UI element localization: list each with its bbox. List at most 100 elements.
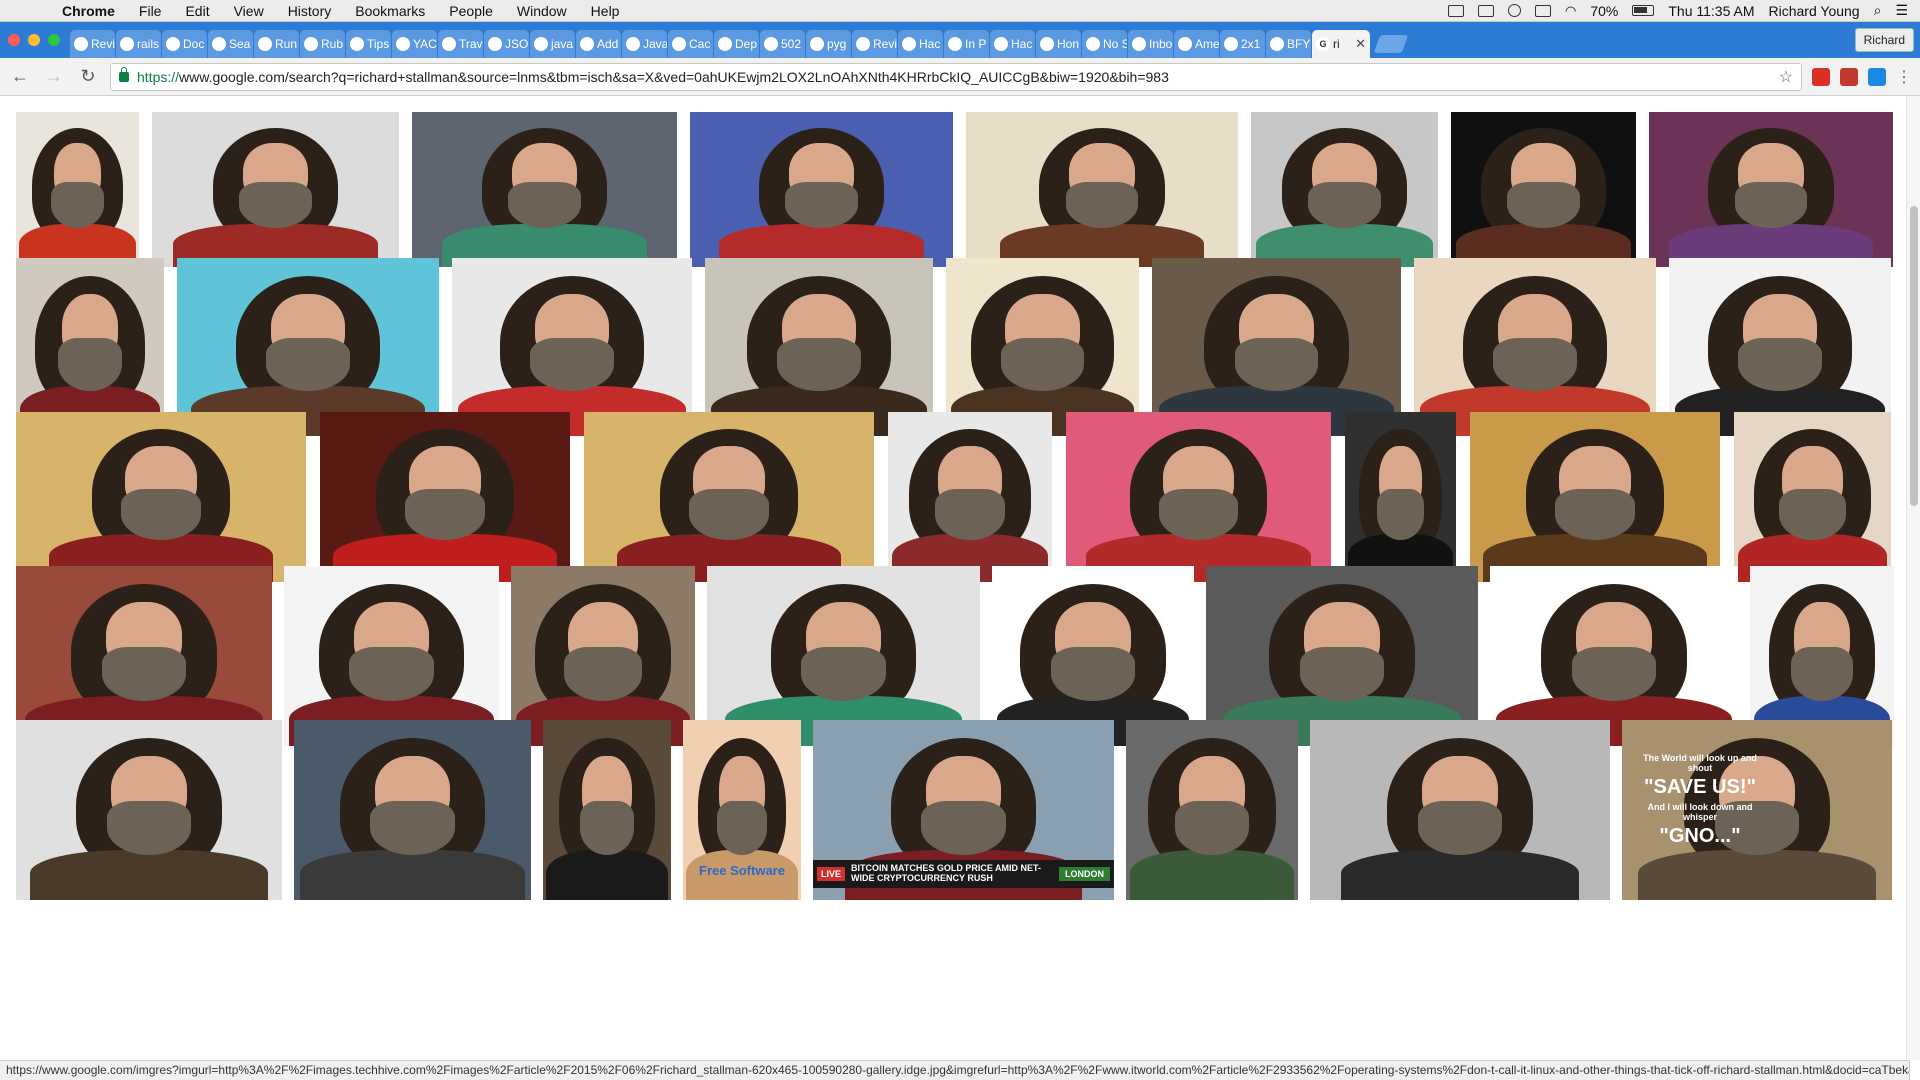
tab-19[interactable]: In P	[944, 30, 989, 58]
tab-4[interactable]: Run	[254, 30, 299, 58]
image-result[interactable]	[1451, 112, 1636, 267]
notification-center-icon[interactable]: ☰	[1895, 2, 1908, 19]
back-button[interactable]: ←	[8, 65, 32, 89]
tab-0[interactable]: Revi	[70, 30, 115, 58]
image-result[interactable]	[705, 258, 933, 436]
tab-8[interactable]: Trav	[438, 30, 483, 58]
image-result[interactable]	[16, 412, 306, 582]
tab-17[interactable]: Revi	[852, 30, 897, 58]
menu-help[interactable]: Help	[579, 3, 632, 19]
extension-icon-1[interactable]	[1812, 67, 1830, 86]
tab-23[interactable]: Inbo	[1128, 30, 1173, 58]
menu-edit[interactable]: Edit	[173, 3, 221, 19]
menu-app-name[interactable]: Chrome	[50, 3, 127, 19]
image-result[interactable]	[1251, 112, 1438, 267]
image-result[interactable]	[584, 412, 874, 582]
profile-button[interactable]: Richard	[1854, 28, 1914, 52]
tab-24[interactable]: Ame	[1174, 30, 1219, 58]
scroll-thumb[interactable]	[1910, 206, 1918, 506]
image-result[interactable]	[1126, 720, 1298, 900]
image-result[interactable]	[1490, 566, 1738, 746]
tab-3[interactable]: Sea	[208, 30, 253, 58]
image-result[interactable]	[1345, 412, 1456, 582]
image-result[interactable]	[992, 566, 1194, 746]
image-result[interactable]	[412, 112, 677, 267]
tab-close-icon[interactable]: ✕	[1355, 36, 1366, 52]
image-result[interactable]	[1310, 720, 1610, 900]
image-result[interactable]	[946, 258, 1139, 436]
image-result[interactable]	[1470, 412, 1720, 582]
image-result[interactable]	[16, 566, 272, 746]
chrome-menu-icon[interactable]: ⋮	[1896, 67, 1912, 87]
tab-9[interactable]: JSO	[484, 30, 529, 58]
image-result[interactable]	[16, 112, 139, 267]
image-result[interactable]	[294, 720, 531, 900]
image-result[interactable]	[690, 112, 953, 267]
tab-1[interactable]: rails	[116, 30, 161, 58]
window-maximize-button[interactable]	[48, 34, 60, 46]
scrollbar[interactable]	[1906, 96, 1920, 1060]
bluetooth-icon[interactable]	[1508, 4, 1521, 17]
keyboard-icon[interactable]	[1535, 4, 1551, 17]
image-result[interactable]	[284, 566, 499, 746]
airplay-icon[interactable]	[1478, 4, 1494, 17]
image-result[interactable]	[16, 258, 164, 436]
screen-mirror-icon[interactable]	[1448, 4, 1464, 17]
image-result[interactable]	[1414, 258, 1656, 436]
image-result[interactable]	[1649, 112, 1893, 267]
image-result[interactable]	[16, 720, 282, 900]
image-result[interactable]	[543, 720, 671, 900]
window-close-button[interactable]	[8, 34, 20, 46]
image-result[interactable]	[966, 112, 1238, 267]
tab-15[interactable]: 502	[760, 30, 805, 58]
new-tab-button[interactable]	[1373, 35, 1409, 53]
tab-10[interactable]: java	[530, 30, 575, 58]
extension-icon-3[interactable]	[1868, 67, 1886, 86]
tab-13[interactable]: Cac	[668, 30, 713, 58]
tab-16[interactable]: pyg	[806, 30, 851, 58]
battery-icon[interactable]	[1632, 5, 1655, 16]
image-result[interactable]: Free Software	[683, 720, 801, 900]
window-minimize-button[interactable]	[28, 34, 40, 46]
image-result[interactable]: The World will look up and shout "SAVE US…	[1622, 720, 1892, 900]
image-result[interactable]	[1669, 258, 1891, 436]
menu-window[interactable]: Window	[505, 3, 579, 19]
battery-percent[interactable]: 70%	[1590, 3, 1618, 19]
forward-button[interactable]: →	[42, 65, 66, 89]
image-result[interactable]	[707, 566, 980, 746]
image-result[interactable]	[511, 566, 695, 746]
lock-icon[interactable]	[119, 66, 129, 82]
tab-11[interactable]: Add	[576, 30, 621, 58]
image-result[interactable]	[1206, 566, 1478, 746]
menu-history[interactable]: History	[276, 3, 344, 19]
image-result[interactable]	[177, 258, 439, 436]
image-result[interactable]	[152, 112, 399, 267]
image-result[interactable]	[320, 412, 570, 582]
tab-26[interactable]: BFY	[1266, 30, 1311, 58]
extension-icon-2[interactable]	[1840, 67, 1858, 86]
tab-12[interactable]: Java	[622, 30, 667, 58]
image-result[interactable]	[1066, 412, 1331, 582]
user-name[interactable]: Richard Young	[1769, 3, 1860, 19]
tab-7[interactable]: YAC	[392, 30, 437, 58]
spotlight-search-icon[interactable]: ⌕	[1874, 2, 1882, 19]
menu-people[interactable]: People	[437, 3, 505, 19]
image-result[interactable]	[452, 258, 692, 436]
tab-6[interactable]: Tips	[346, 30, 391, 58]
tab-20[interactable]: Hac	[990, 30, 1035, 58]
clock[interactable]: Thu 11:35 AM	[1668, 3, 1754, 19]
address-bar[interactable]: https://www.google.com/search?q=richard+…	[110, 62, 1802, 91]
tab-25[interactable]: 2x1	[1220, 30, 1265, 58]
tab-5[interactable]: Rub	[300, 30, 345, 58]
tab-14[interactable]: Dep	[714, 30, 759, 58]
image-result[interactable]	[1152, 258, 1401, 436]
image-result[interactable]	[1734, 412, 1891, 582]
menu-file[interactable]: File	[127, 3, 174, 19]
tab-18[interactable]: Hac	[898, 30, 943, 58]
menu-bookmarks[interactable]: Bookmarks	[343, 3, 437, 19]
wifi-icon[interactable]: ◠	[1565, 3, 1576, 19]
tab-21[interactable]: Hon	[1036, 30, 1081, 58]
image-result[interactable]: LIVE BITCOIN MATCHES GOLD PRICE AMID NET-…	[813, 720, 1114, 900]
bookmark-star-icon[interactable]: ☆	[1779, 67, 1793, 87]
tab-active[interactable]: G ri ✕	[1312, 30, 1370, 58]
